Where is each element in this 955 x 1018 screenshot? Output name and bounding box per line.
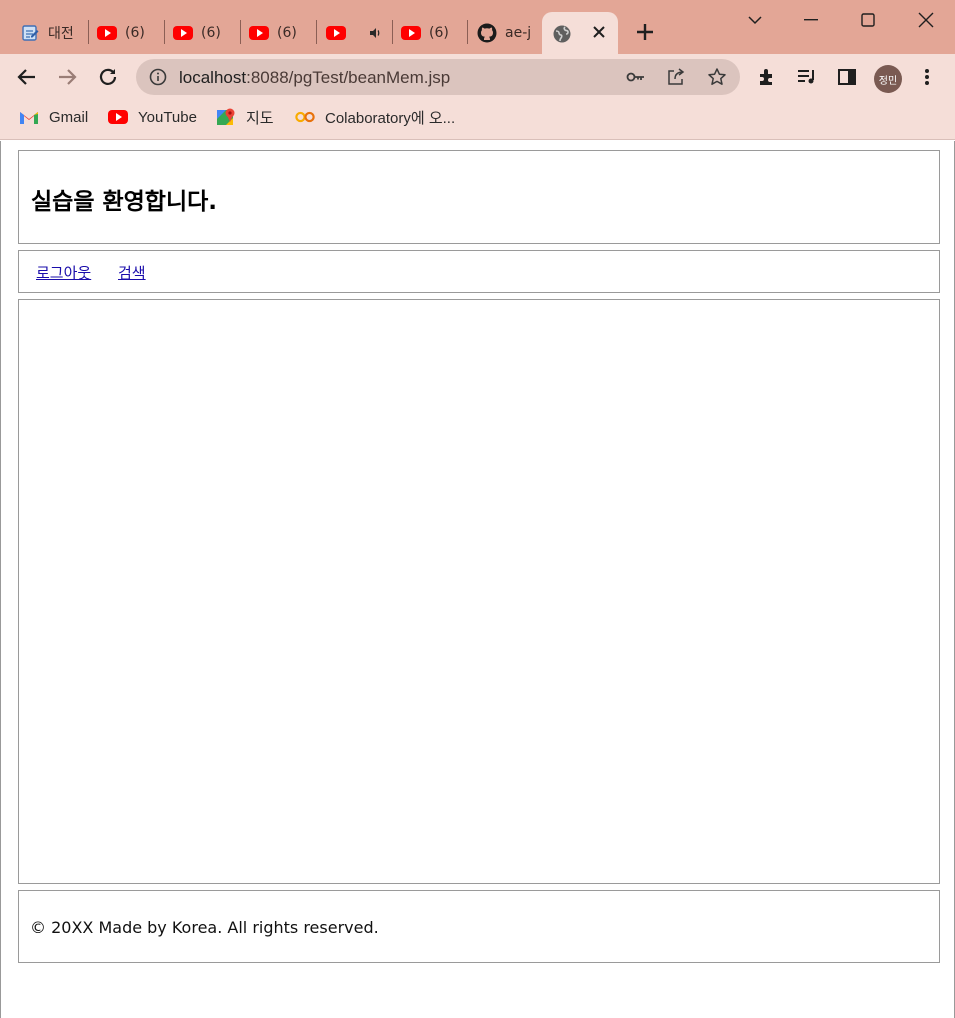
browser-toolbar: localhost:8088/pgTest/beanMem.jsp 정민 xyxy=(0,54,955,100)
tab-title: (6) xyxy=(277,25,297,41)
bookmark-youtube[interactable]: YouTube xyxy=(108,106,197,128)
tab-active[interactable] xyxy=(542,12,618,56)
star-icon[interactable] xyxy=(707,67,727,87)
tab-2[interactable]: (6) xyxy=(97,13,157,53)
tab-title: (6) xyxy=(125,25,145,41)
forward-arrow-icon[interactable] xyxy=(56,66,78,88)
chevron-down-icon xyxy=(747,15,763,25)
kebab-menu-icon[interactable] xyxy=(919,67,935,87)
tab-5[interactable] xyxy=(326,13,386,53)
gmail-icon xyxy=(19,107,39,127)
bookmark-label: YouTube xyxy=(138,108,197,126)
youtube-icon xyxy=(326,23,346,43)
tab-3[interactable]: (6) xyxy=(173,13,233,53)
back-arrow-icon[interactable] xyxy=(16,66,38,88)
share-icon[interactable] xyxy=(666,67,686,87)
tab-separator xyxy=(467,20,468,44)
page-footer: © 20XX Made by Korea. All rights reserve… xyxy=(18,890,940,963)
tab-separator xyxy=(88,20,89,44)
close-icon[interactable] xyxy=(592,25,606,39)
page-nav: 로그아웃 검색 xyxy=(18,250,940,293)
bookmark-label: Colaboratory에 오... xyxy=(325,109,456,127)
youtube-icon xyxy=(97,23,117,43)
colab-icon xyxy=(295,107,315,127)
site-info-icon[interactable] xyxy=(149,68,167,86)
tab-search-button[interactable] xyxy=(727,0,783,40)
tab-strip: 대전 (6) (6) (6) (6) ae-j xyxy=(0,0,955,56)
side-panel-icon[interactable] xyxy=(837,67,857,87)
tab-title: 대전 xyxy=(48,26,74,42)
close-window-button[interactable] xyxy=(898,0,954,40)
maximize-button[interactable] xyxy=(840,0,896,40)
tab-separator xyxy=(240,20,241,44)
url-text[interactable]: localhost:8088/pgTest/beanMem.jsp xyxy=(179,68,450,88)
web-page: 실습을 환영합니다. 로그아웃 검색 © 20XX Made by Korea.… xyxy=(0,141,955,1018)
tab-title: (6) xyxy=(429,25,449,41)
maps-icon xyxy=(216,107,236,127)
page-title: 실습을 환영합니다. xyxy=(31,189,218,215)
tab-7[interactable]: ae-j xyxy=(477,13,533,53)
tab-1[interactable]: 대전 xyxy=(20,13,80,53)
search-link[interactable]: 검색 xyxy=(118,262,146,283)
url-path: :8088/pgTest/beanMem.jsp xyxy=(246,68,451,87)
bookmark-colab[interactable]: Colaboratory에 오... xyxy=(295,106,455,128)
youtube-icon xyxy=(249,23,269,43)
tab-separator xyxy=(164,20,165,44)
tab-separator xyxy=(316,20,317,44)
maximize-icon xyxy=(861,13,875,27)
tab-title: (6) xyxy=(201,25,221,41)
address-bar[interactable]: localhost:8088/pgTest/beanMem.jsp xyxy=(136,59,740,95)
page-header: 실습을 환영합니다. xyxy=(18,150,940,244)
extensions-icon[interactable] xyxy=(757,67,777,87)
tab-6[interactable]: (6) xyxy=(401,13,461,53)
profile-avatar[interactable]: 정민 xyxy=(874,65,902,93)
bookmark-label: 지도 xyxy=(246,109,274,127)
key-icon[interactable] xyxy=(626,68,646,86)
reload-icon[interactable] xyxy=(97,66,119,88)
youtube-icon xyxy=(401,23,421,43)
minimize-button[interactable] xyxy=(783,0,839,40)
globe-icon xyxy=(552,24,572,44)
new-tab-button[interactable] xyxy=(634,21,656,43)
url-host: localhost xyxy=(179,68,247,87)
main-content xyxy=(18,299,940,884)
speaker-icon[interactable] xyxy=(368,26,382,40)
minimize-icon xyxy=(804,19,818,21)
tab-title: ae-j xyxy=(505,25,532,41)
close-icon xyxy=(918,12,934,28)
tab-separator xyxy=(392,20,393,44)
github-icon xyxy=(477,23,497,43)
notepad-icon xyxy=(20,23,40,43)
bookmark-maps[interactable]: 지도 xyxy=(216,106,274,128)
bookmark-gmail[interactable]: Gmail xyxy=(19,106,88,128)
bookmark-label: Gmail xyxy=(49,108,89,126)
logout-link[interactable]: 로그아웃 xyxy=(36,262,91,283)
copyright-text: © 20XX Made by Korea. All rights reserve… xyxy=(30,918,379,937)
youtube-icon xyxy=(173,23,193,43)
media-control-icon[interactable] xyxy=(796,67,818,87)
youtube-icon xyxy=(108,107,128,127)
bookmarks-bar: Gmail YouTube 지도 Colaboratory에 오... xyxy=(0,100,955,140)
tab-4[interactable]: (6) xyxy=(249,13,309,53)
